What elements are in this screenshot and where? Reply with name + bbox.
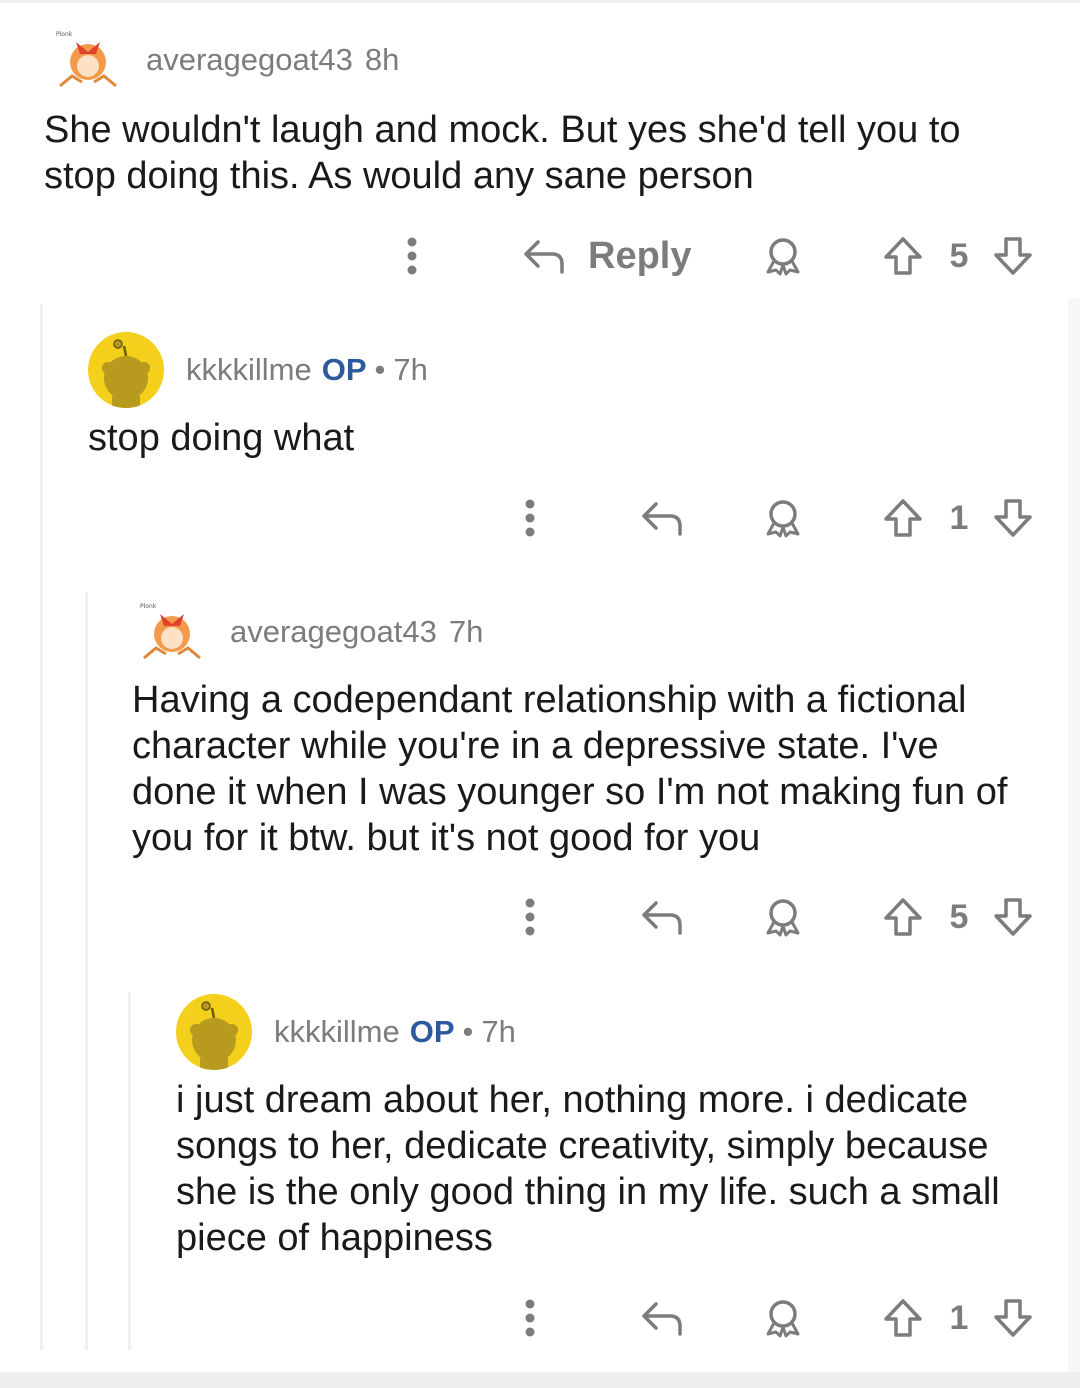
comment-actions: 5 [0, 887, 1080, 947]
upvote-button[interactable] [880, 226, 926, 286]
svg-text:Plonk: Plonk [56, 31, 73, 38]
downvote-icon [994, 499, 1032, 537]
reply-button[interactable]: Reply [522, 226, 692, 286]
user-avatar[interactable]: Plonk [136, 596, 208, 668]
bottom-divider [0, 1372, 1080, 1388]
downvote-button[interactable] [990, 887, 1036, 947]
svg-text:Plonk: Plonk [140, 603, 157, 610]
separator-dot: • [374, 352, 386, 387]
comment-body: She wouldn't laugh and mock. But yes she… [44, 109, 961, 197]
more-options-button[interactable] [510, 488, 550, 548]
comment-header: kkkkillme OP • 7h [88, 332, 428, 408]
kebab-icon [525, 898, 535, 936]
downvote-button[interactable] [990, 226, 1036, 286]
thread-line-1[interactable] [40, 304, 43, 1350]
award-icon [766, 500, 800, 538]
award-button[interactable] [760, 887, 806, 947]
username[interactable]: kkkkillme [274, 1014, 400, 1050]
award-icon [766, 238, 800, 276]
award-button[interactable] [760, 1288, 806, 1348]
op-badge: OP [321, 352, 367, 387]
timestamp: 7h [448, 614, 484, 649]
more-options-button[interactable] [392, 226, 432, 286]
comment-actions: 1 [0, 1288, 1080, 1348]
reply-icon [642, 502, 682, 536]
op-badge: OP [409, 1014, 455, 1049]
comment-actions: Reply 5 [0, 226, 1080, 286]
vote-count: 5 [949, 897, 969, 936]
reply-button[interactable] [638, 1288, 686, 1348]
username[interactable]: averagegoat43 [146, 42, 353, 78]
downvote-icon [994, 237, 1032, 275]
award-button[interactable] [760, 226, 806, 286]
award-icon [766, 1300, 800, 1338]
comment-body: Having a codependant relationship with a… [132, 679, 1008, 859]
kebab-icon [525, 499, 535, 537]
comment-body: stop doing what [88, 417, 355, 459]
downvote-icon [994, 898, 1032, 936]
downvote-icon [994, 1299, 1032, 1337]
username[interactable]: kkkkillme [186, 352, 312, 388]
user-avatar[interactable]: Plonk [52, 24, 124, 96]
upvote-button[interactable] [880, 1288, 926, 1348]
upvote-button[interactable] [880, 488, 926, 548]
reply-label: Reply [588, 234, 692, 277]
upvote-icon [884, 237, 922, 275]
upvote-icon [884, 499, 922, 537]
vote-count: 1 [949, 1298, 969, 1337]
thread-line-2[interactable] [85, 592, 88, 1350]
vote-count: 1 [949, 498, 969, 537]
scroll-gutter [1068, 298, 1080, 1372]
upvote-button[interactable] [880, 887, 926, 947]
kebab-icon [407, 237, 417, 275]
username[interactable]: averagegoat43 [230, 614, 437, 650]
timestamp: 8h [364, 42, 400, 77]
downvote-button[interactable] [990, 488, 1036, 548]
user-avatar[interactable] [88, 332, 164, 408]
reply-icon [642, 1302, 682, 1336]
more-options-button[interactable] [510, 1288, 550, 1348]
more-options-button[interactable] [510, 887, 550, 947]
upvote-icon [884, 1299, 922, 1337]
reply-button[interactable] [638, 488, 686, 548]
downvote-button[interactable] [990, 1288, 1036, 1348]
timestamp: 7h [393, 352, 428, 387]
vote-count: 5 [949, 236, 969, 275]
upvote-icon [884, 898, 922, 936]
comment-header: kkkkillme OP • 7h [176, 994, 516, 1070]
user-avatar[interactable] [176, 994, 252, 1070]
award-button[interactable] [760, 488, 806, 548]
reply-icon [524, 240, 564, 274]
kebab-icon [525, 1299, 535, 1337]
separator-dot: • [462, 1014, 474, 1049]
comment-header: Plonk averagegoat43 7h [136, 596, 483, 668]
comment-actions: 1 [0, 488, 1080, 548]
award-icon [766, 899, 800, 937]
top-divider [0, 0, 1080, 3]
timestamp: 7h [481, 1014, 516, 1049]
comment-header: Plonk averagegoat43 8h [52, 24, 399, 96]
reply-icon [642, 901, 682, 935]
comment-body: i just dream about her, nothing more. i … [176, 1079, 1000, 1259]
reply-button[interactable] [638, 887, 686, 947]
